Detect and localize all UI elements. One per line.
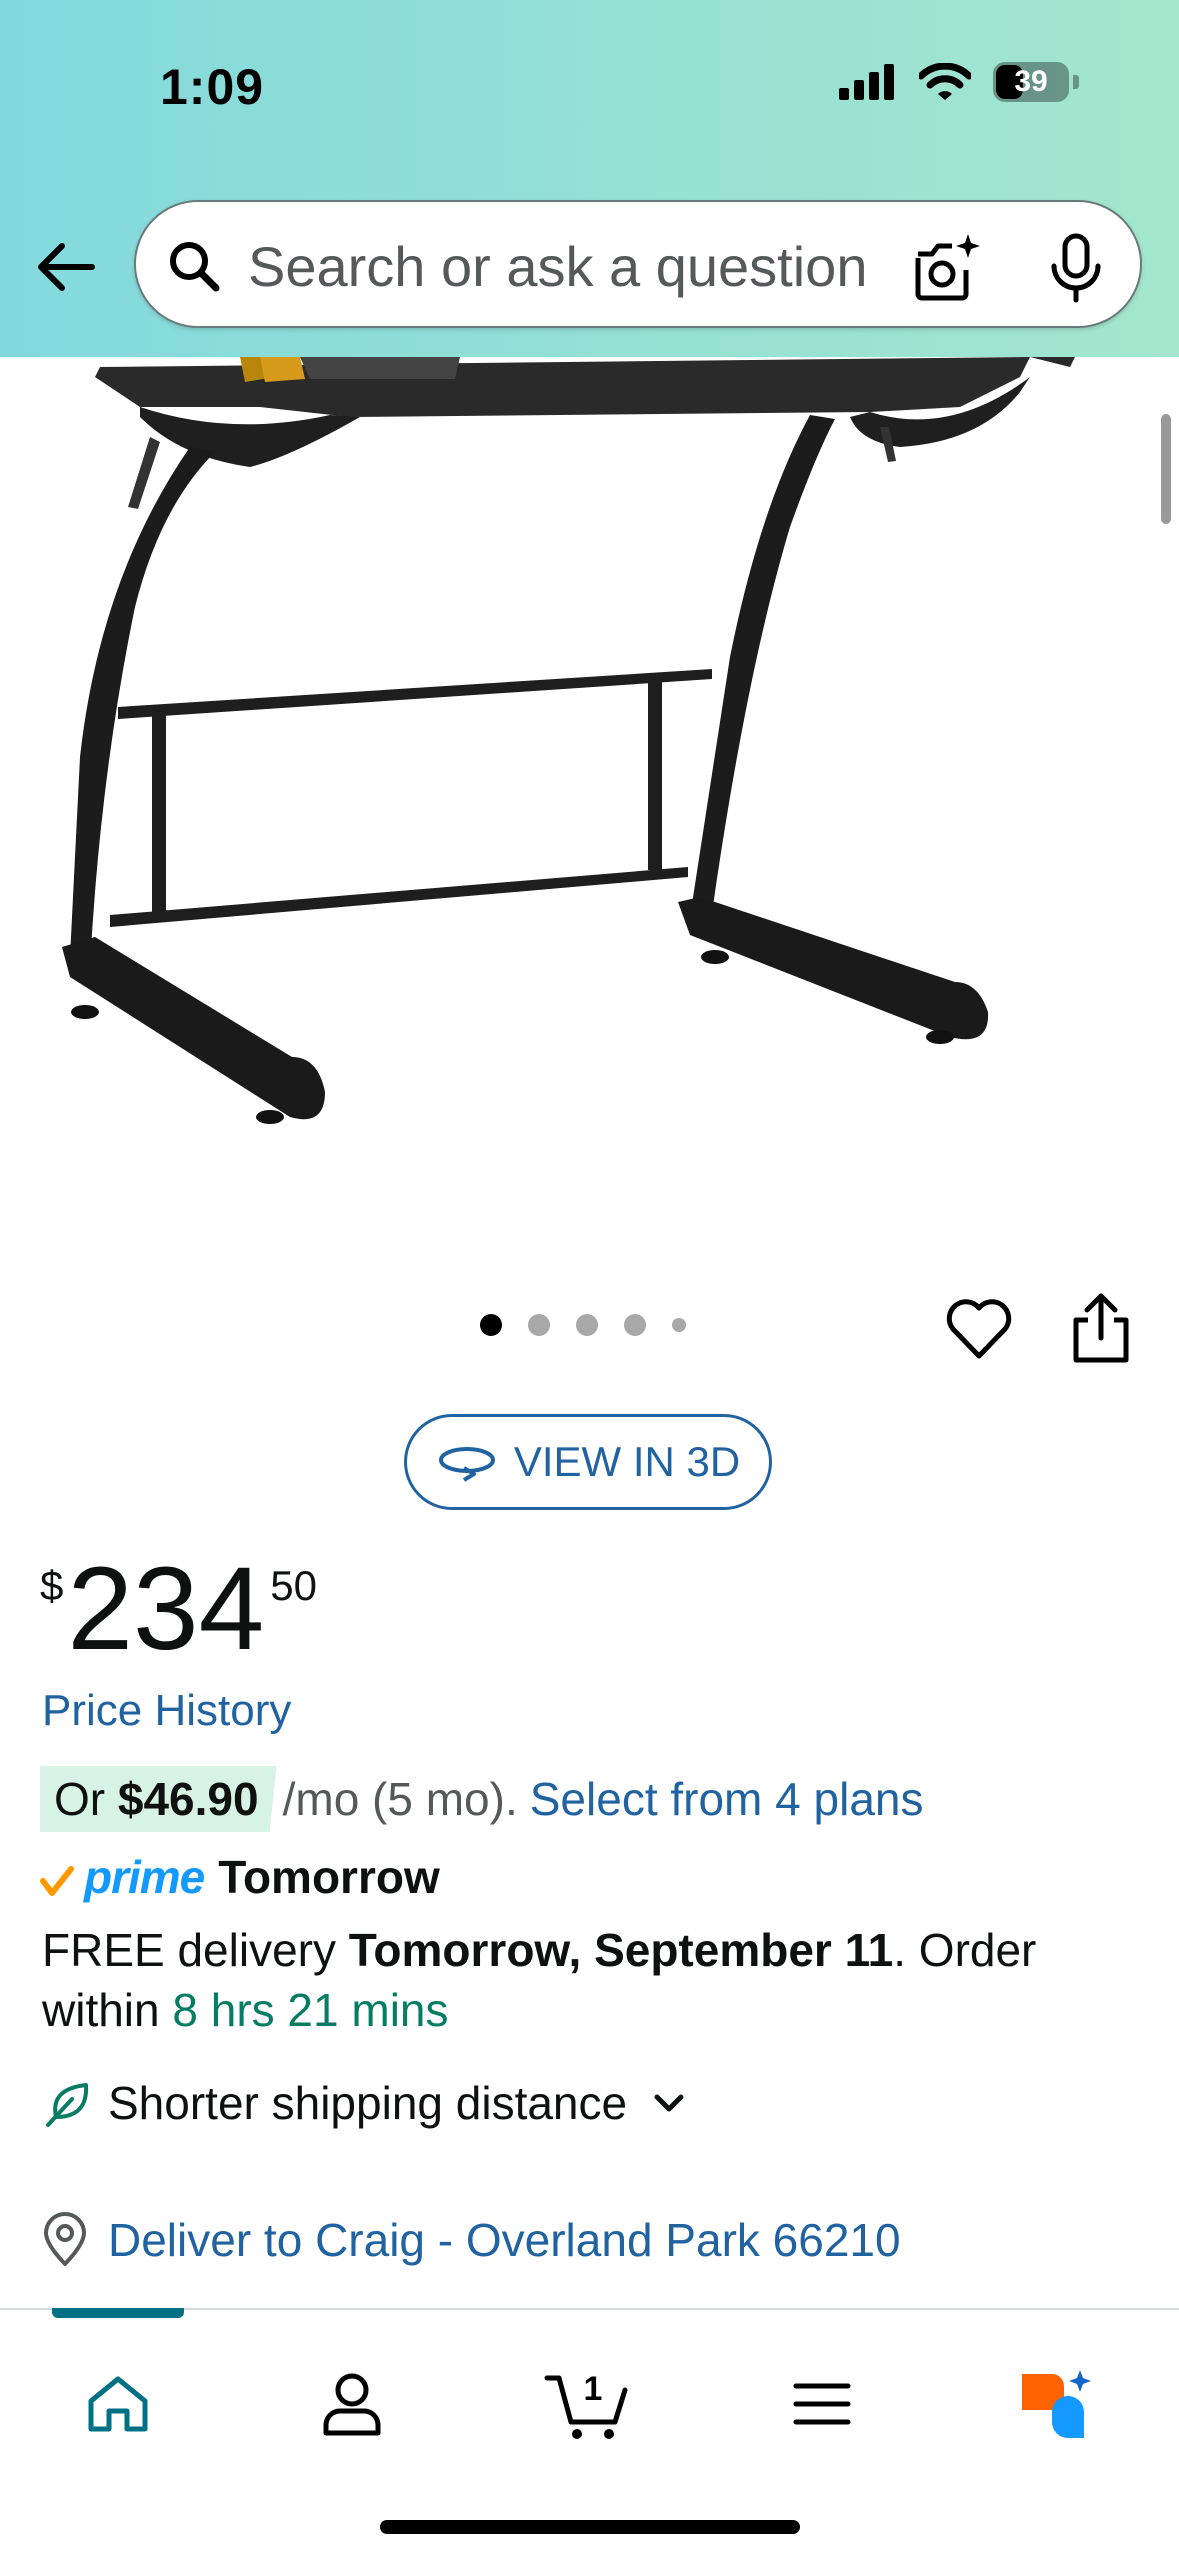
nav-account[interactable]: [302, 2354, 402, 2454]
menu-icon: [793, 2383, 851, 2425]
delivery-date: Tomorrow, September 11: [348, 1924, 894, 1976]
price-history-link[interactable]: Price History: [42, 1686, 291, 1736]
nav-cart[interactable]: 1: [538, 2354, 638, 2454]
select-plans-link[interactable]: Select from 4 plans: [530, 1772, 924, 1826]
nav-rufus[interactable]: [1006, 2354, 1106, 2454]
search-input[interactable]: [248, 230, 948, 302]
nav-menu[interactable]: [772, 2354, 872, 2454]
deliver-to-link[interactable]: Deliver to Craig - Overland Park 66210: [40, 2212, 901, 2268]
shorter-shipping-toggle[interactable]: Shorter shipping distance: [42, 2076, 689, 2130]
wifi-icon: [919, 63, 971, 100]
delivery-info: FREE delivery Tomorrow, September 11. Or…: [42, 1920, 1142, 2040]
delivery-countdown: 8 hrs 21 mins: [172, 1984, 449, 2036]
installment-prefix: Or: [54, 1773, 118, 1825]
home-icon: [88, 2376, 148, 2432]
nav-active-indicator: [52, 2308, 184, 2318]
product-image[interactable]: [0, 357, 1179, 1257]
installment-term: /mo (5 mo).: [282, 1773, 518, 1825]
chevron-down-icon: [654, 2094, 684, 2112]
carousel-dot[interactable]: [576, 1314, 598, 1336]
cart-icon: 1: [544, 2370, 628, 2439]
price-fraction: 50: [270, 1562, 317, 1609]
price-symbol: $: [40, 1562, 64, 1609]
search-bar[interactable]: [134, 200, 1142, 328]
signal-icon: [839, 64, 894, 100]
carousel-dots[interactable]: [480, 1314, 686, 1336]
view3d-icon: [438, 1447, 495, 1482]
deliver-to-label: Deliver to Craig - Overland Park 66210: [108, 2214, 901, 2266]
price: $ 234 50: [40, 1550, 317, 1668]
bottom-nav: 1: [0, 2308, 1179, 2556]
battery-level: 39: [1014, 65, 1048, 98]
account-icon: [323, 2373, 381, 2436]
prime-check-icon: [40, 1866, 74, 1896]
home-indicator[interactable]: [380, 2520, 800, 2534]
price-whole: 234: [67, 1543, 265, 1675]
view-in-3d-button[interactable]: VIEW IN 3D: [404, 1414, 772, 1510]
installment-amount: $46.90: [117, 1773, 259, 1825]
shorter-shipping-label: Shorter shipping distance: [108, 2077, 628, 2129]
carousel-dot[interactable]: [624, 1314, 646, 1336]
camera-icon[interactable]: [910, 230, 986, 306]
cart-count: 1: [584, 2370, 603, 2408]
page-scrollbar[interactable]: [1161, 414, 1171, 524]
carousel-dot-active[interactable]: [480, 1314, 502, 1336]
rufus-icon: [1022, 2370, 1091, 2438]
prime-row: prime Tomorrow: [40, 1850, 440, 1904]
delivery-prefix: FREE delivery: [42, 1924, 349, 1976]
view-in-3d-label: VIEW IN 3D: [513, 1438, 741, 1485]
location-pin-icon: [44, 2212, 86, 2266]
share-icon[interactable]: [1068, 1290, 1134, 1366]
status-icons: 39: [839, 62, 1079, 102]
header: 1:09 39: [0, 0, 1179, 357]
leaf-icon: [46, 2083, 89, 2127]
installment-chip: Or $46.90: [40, 1766, 277, 1832]
back-arrow-icon[interactable]: [32, 232, 102, 302]
carousel-dot[interactable]: [528, 1314, 550, 1336]
search-icon: [170, 242, 220, 292]
prime-delivery-day: Tomorrow: [218, 1851, 440, 1903]
mic-icon[interactable]: [1038, 230, 1114, 306]
prime-logo: prime: [84, 1851, 205, 1903]
battery-icon: 39: [993, 62, 1069, 102]
carousel-dot[interactable]: [672, 1318, 686, 1332]
nav-home[interactable]: [68, 2354, 168, 2454]
installment-row: Or $46.90 /mo (5 mo). Select from 4 plan…: [40, 1766, 924, 1832]
heart-icon[interactable]: [944, 1294, 1014, 1364]
status-time: 1:09: [160, 59, 265, 115]
